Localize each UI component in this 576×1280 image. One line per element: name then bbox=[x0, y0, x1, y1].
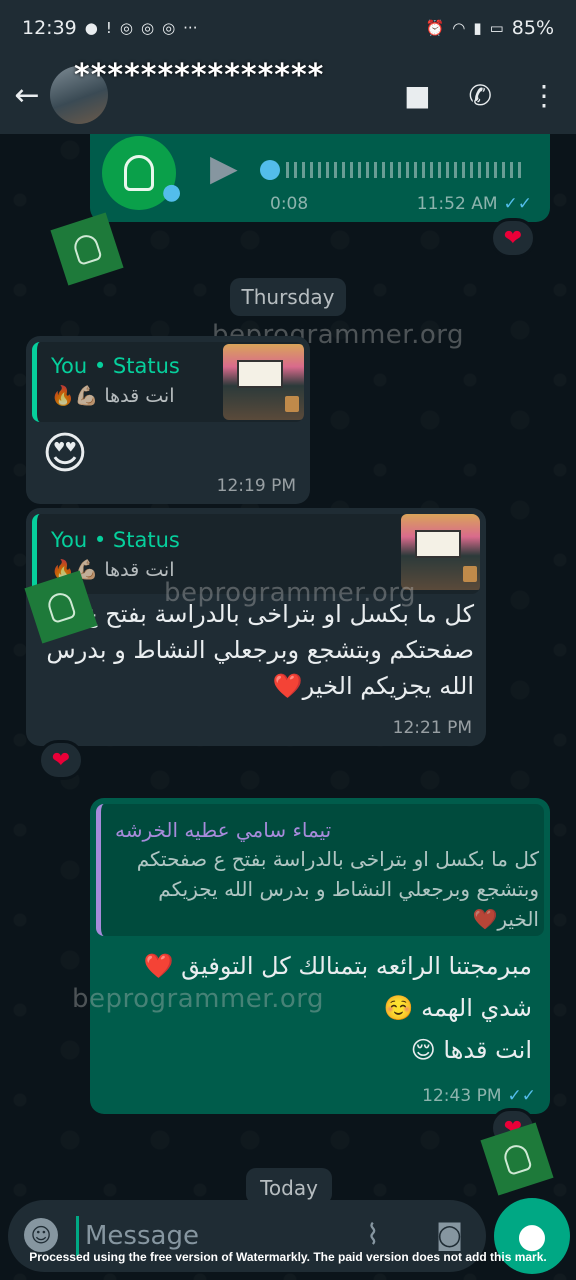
chat-header: ← *************** ■ ✆ ⋮ bbox=[0, 56, 576, 134]
date-divider: Thursday bbox=[230, 278, 346, 316]
message-line: انت قدها 😌 bbox=[410, 1036, 532, 1064]
message-body: كل ما بكسل او بتراخى بالدراسة بفتح ع صفح… bbox=[46, 600, 474, 700]
quote-title: You • Status bbox=[51, 528, 180, 552]
voice-call-icon[interactable]: ✆ bbox=[469, 79, 492, 112]
status-reply-bubble[interactable]: You • Status انت قدها 💪🏻🔥 😍 12:19 PM bbox=[26, 336, 310, 504]
reaction-heart[interactable]: ❤ bbox=[38, 740, 84, 780]
message-time: 12:19 PM bbox=[216, 476, 296, 496]
quote-text: كل ما بكسل او بتراخى بالدراسة بفتح ع صفح… bbox=[136, 847, 539, 931]
menu-icon[interactable]: ⋮ bbox=[530, 79, 558, 112]
chrome-icon: ◎ bbox=[119, 19, 133, 37]
quote-title: You • Status bbox=[51, 354, 180, 378]
battery-icon: ▭ bbox=[489, 19, 504, 37]
message-line: مبرمجتنا الرائعه بتمنالك كل التوفيق ❤️ bbox=[143, 952, 532, 980]
quote-text: انت قدها 💪🏻🔥 bbox=[51, 385, 175, 407]
watermark-notice: Processed using the free version of Wate… bbox=[29, 1250, 547, 1264]
message-time: 12:43 PM ✓✓ bbox=[422, 1086, 536, 1106]
alarm-icon: ⏰ bbox=[425, 19, 445, 37]
signal-icon: ▮ bbox=[473, 19, 482, 37]
chrome-icon: ◎ bbox=[162, 19, 176, 37]
mic-icon: ● bbox=[162, 180, 182, 205]
quote-author: تيماء سامي عطيه الخرشه bbox=[115, 818, 332, 842]
chrome-icon: ◎ bbox=[140, 19, 155, 37]
read-ticks-icon: ✓✓ bbox=[503, 194, 533, 214]
chat-bubble-icon: ● bbox=[84, 19, 98, 37]
emoji-icon[interactable]: ☺ bbox=[24, 1218, 58, 1252]
wifi-icon: ◠ bbox=[452, 19, 466, 37]
message-body: 😍 bbox=[42, 428, 88, 479]
reaction-heart[interactable]: ❤ bbox=[490, 218, 536, 258]
voice-duration: 0:08 bbox=[270, 194, 309, 214]
more-dots-icon: ··· bbox=[183, 19, 198, 37]
message-time: 11:52 AM ✓✓ bbox=[416, 194, 533, 214]
status-thumbnail bbox=[223, 344, 304, 420]
voice-message-bubble[interactable]: ● ▶ 0:08 11:52 AM ✓✓ bbox=[90, 134, 550, 222]
attach-icon[interactable]: ⌇ bbox=[366, 1218, 380, 1251]
camera-icon[interactable]: ◙ bbox=[436, 1218, 463, 1251]
watermark: beprogrammer.org bbox=[72, 984, 325, 1014]
play-icon[interactable]: ▶ bbox=[210, 148, 238, 189]
watermark: beprogrammer.org bbox=[164, 578, 417, 608]
status-reply-bubble[interactable]: You • Status انت قدها 💪🏻🔥 كل ما بكسل او … bbox=[26, 508, 486, 746]
status-bar: 12:39 ● ! ◎ ◎ ◎ ··· ⏰ ◠ ▮ ▭ 85% bbox=[0, 0, 576, 56]
reply-message-bubble[interactable]: تيماء سامي عطيه الخرشه كل ما بكسل او بتر… bbox=[90, 798, 550, 1114]
alert-icon: ! bbox=[105, 19, 112, 37]
battery-level: 85% bbox=[511, 17, 554, 39]
reply-quote[interactable]: تيماء سامي عطيه الخرشه كل ما بكسل او بتر… bbox=[96, 804, 544, 936]
video-call-icon[interactable]: ■ bbox=[404, 79, 430, 112]
back-arrow-icon[interactable]: ← bbox=[4, 78, 50, 113]
read-ticks-icon: ✓✓ bbox=[507, 1086, 537, 1106]
message-time: 12:21 PM bbox=[392, 718, 472, 738]
status-quote[interactable]: You • Status انت قدها 💪🏻🔥 bbox=[32, 342, 304, 422]
contact-name[interactable]: *************** bbox=[74, 61, 394, 91]
date-divider: Today bbox=[246, 1168, 332, 1204]
waveform[interactable] bbox=[260, 156, 530, 184]
clock: 12:39 bbox=[22, 17, 77, 39]
